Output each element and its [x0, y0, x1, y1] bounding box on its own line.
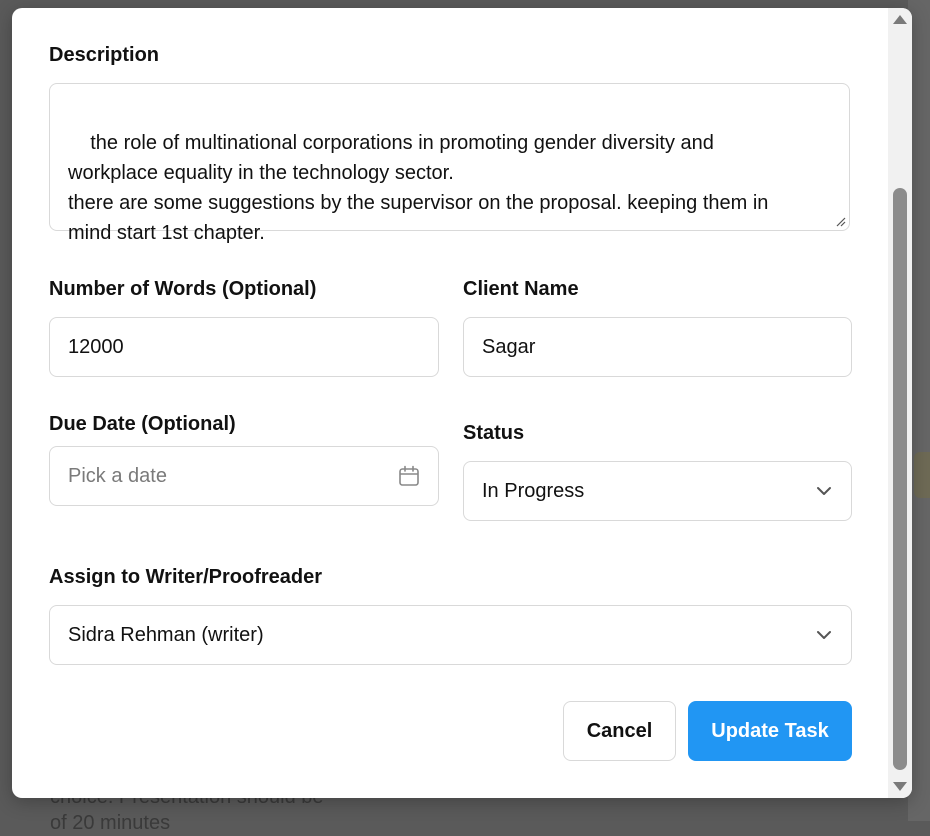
- cancel-button[interactable]: Cancel: [563, 701, 676, 761]
- status-select[interactable]: In Progress: [463, 461, 852, 521]
- words-value: 12000: [68, 335, 124, 358]
- words-label: Number of Words (Optional): [49, 278, 317, 300]
- assign-writer-select[interactable]: Sidra Rehman (writer): [49, 605, 852, 665]
- client-name-value: Sagar: [482, 335, 536, 358]
- update-task-button[interactable]: Update Task: [688, 701, 852, 761]
- description-textarea[interactable]: the role of multinational corporations i…: [49, 83, 850, 244]
- resize-handle-icon[interactable]: [836, 217, 846, 227]
- client-name-label: Client Name: [463, 278, 579, 300]
- status-value: In Progress: [482, 479, 585, 502]
- description-text: the role of multinational corporations i…: [68, 132, 769, 244]
- background-badge: [914, 452, 930, 498]
- calendar-icon: [398, 465, 420, 487]
- status-label: Status: [463, 422, 525, 444]
- due-date-label: Due Date (Optional): [49, 413, 236, 435]
- chevron-down-icon: [815, 626, 833, 644]
- due-date-placeholder: Pick a date: [68, 464, 167, 487]
- due-date-picker[interactable]: Pick a date: [49, 446, 439, 506]
- assign-value: Sidra Rehman (writer): [68, 623, 264, 646]
- chevron-down-icon: [815, 482, 833, 500]
- words-input[interactable]: 12000: [49, 317, 439, 377]
- description-label: Description: [49, 44, 160, 66]
- scroll-up-icon[interactable]: [893, 15, 907, 24]
- edit-task-dialog: Description the role of multinational co…: [12, 8, 912, 798]
- scrollbar-thumb[interactable]: [893, 188, 907, 770]
- client-name-input[interactable]: Sagar: [463, 317, 852, 377]
- assign-label: Assign to Writer/Proofreader: [49, 566, 323, 588]
- scrollbar[interactable]: [888, 8, 912, 798]
- scroll-down-icon[interactable]: [893, 782, 907, 791]
